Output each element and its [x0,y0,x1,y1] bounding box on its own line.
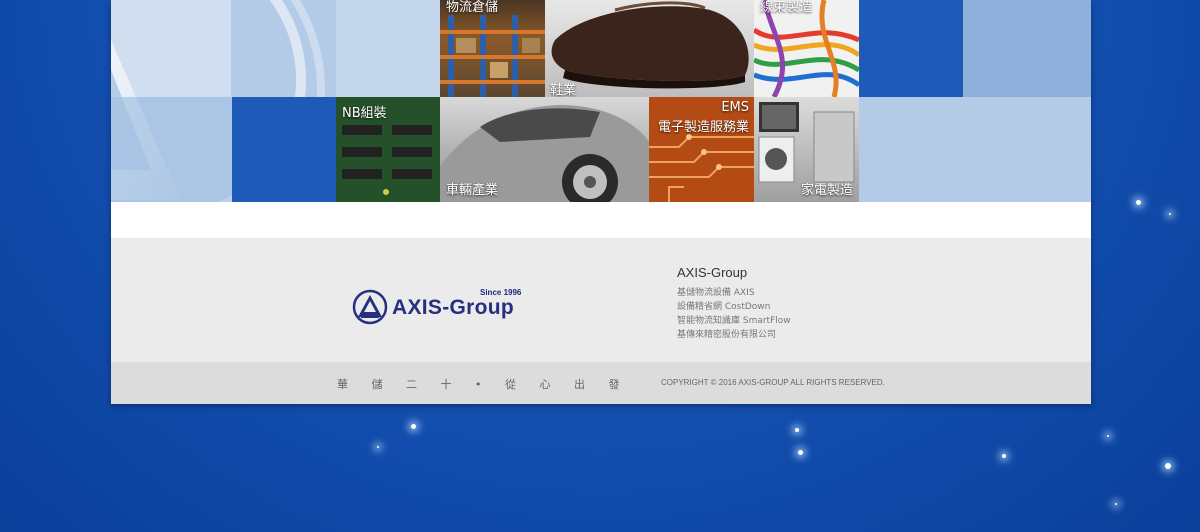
industry-tile-ems[interactable]: EMS 電子製造服務業 [649,97,754,202]
logo-name: AXIS-Group [392,296,514,319]
page-container: 物流倉儲 鞋業 線束製造 NB組裝 車輛產業 EMS 電子製造服務業 家電製造 … [111,0,1091,404]
company-logo[interactable]: Since 1996 AXIS-Group [352,288,522,325]
industry-tile-shoes[interactable]: 鞋業 [545,0,754,97]
industry-label: 鞋業 [550,83,577,97]
sparkle [411,424,416,429]
industry-label: 線束製造 [760,0,813,15]
color-block [859,0,963,97]
sparkle [1165,463,1171,469]
sparkle [1107,435,1109,437]
color-block [111,97,232,202]
sparkle [1115,503,1117,505]
footer-link[interactable]: 基儲物流設備 AXIS [677,286,791,300]
links-title: AXIS-Group [677,265,748,280]
color-block [336,0,440,97]
industry-mosaic: 物流倉儲 鞋業 線束製造 NB組裝 車輛產業 EMS 電子製造服務業 家電製造 [111,0,1091,238]
footer-link-list: 基儲物流設備 AXIS 設備精省網 CostDown 智能物流知識庫 Smart… [677,286,791,342]
footer: Since 1996 AXIS-Group AXIS-Group 基儲物流設備 … [111,238,1091,362]
sparkle [1002,454,1006,458]
slogan: 華 儲 二 十 • 從 心 出 發 [337,378,630,391]
industry-tile-wire[interactable]: 線束製造 [754,0,859,97]
industry-tile-logistics[interactable]: 物流倉儲 [440,0,545,97]
sparkle [1169,213,1171,215]
industry-label: NB組裝 [342,106,387,121]
industry-label: 物流倉儲 [446,0,499,15]
industry-label-en: EMS [721,100,749,115]
sparkle [798,450,803,455]
industry-label: 電子製造服務業 [657,120,749,135]
industry-label: 家電製造 [800,183,853,198]
footer-bar: 華 儲 二 十 • 從 心 出 發 COPYRIGHT © 2016 AXIS-… [111,362,1091,404]
color-block [232,97,336,202]
footer-link[interactable]: 設備精省網 CostDown [677,300,791,314]
industry-label: 車輛產業 [446,183,499,198]
industry-tile-appliance[interactable]: 家電製造 [754,97,859,202]
footer-link[interactable]: 智能物流知識庫 SmartFlow [677,314,791,328]
sparkle [795,428,799,432]
industry-tile-car[interactable]: 車輛產業 [440,97,649,202]
shoe-image [551,1,749,89]
sparkle [1136,200,1141,205]
industry-tile-nb[interactable]: NB組裝 [336,97,440,202]
footer-link[interactable]: 基傳來精密股份有限公司 [677,328,791,342]
color-block [963,0,1091,97]
copyright: COPYRIGHT © 2016 AXIS-GROUP ALL RIGHTS R… [661,378,885,387]
logo-mark-icon [352,289,388,325]
sparkle [377,446,379,448]
